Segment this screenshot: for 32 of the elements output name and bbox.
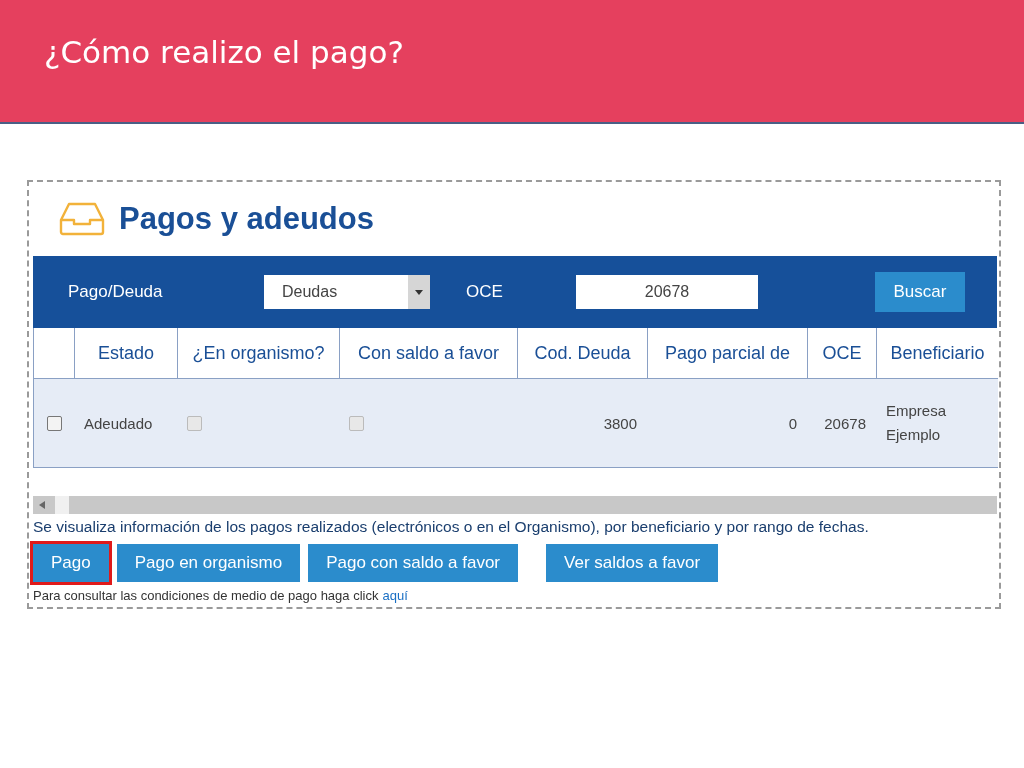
caret-icon <box>415 289 423 295</box>
description-text: Se visualiza información de los pagos realizados (electrónicos o en el Organismo), por beneficiario y por rango de fechas. <box>33 518 870 536</box>
inbox-tray-icon <box>59 202 105 236</box>
slide-title: ¿Cómo realizo el pago? <box>44 34 404 70</box>
oce-input-field[interactable]: 20678 <box>576 275 758 309</box>
column-header: Con saldo a favor <box>339 328 517 378</box>
row-checkbox[interactable] <box>46 415 62 431</box>
action-button[interactable]: Pago con saldo a favor <box>308 544 519 582</box>
column-header: Estado <box>74 328 177 378</box>
search-button[interactable]: Buscar <box>875 272 965 312</box>
column-header: OCE <box>807 328 876 378</box>
filter-label: Pago/Deuda <box>68 282 164 302</box>
column-header: Pago parcial de <box>647 328 807 378</box>
scrollbar-thumb[interactable] <box>55 496 69 514</box>
column-header: Cod. Deuda <box>517 328 647 378</box>
note-text: Para consultar las condiciones de medio de pago haga click <box>33 588 379 603</box>
action-button[interactable]: Pago <box>33 544 109 582</box>
here-link[interactable]: aquí <box>382 588 408 603</box>
type-dropdown[interactable]: Deudas <box>264 275 430 309</box>
column-header: Beneficiario <box>876 328 998 378</box>
panel-title: Pagos y adeudos <box>119 201 374 237</box>
horizontal-scrollbar[interactable] <box>33 496 997 514</box>
filter-label: OCE <box>466 282 504 302</box>
table-cell: Adeudado <box>84 414 153 432</box>
table-cell: 3800 <box>603 414 637 432</box>
action-button[interactable]: Pago en organismo <box>116 544 301 582</box>
action-button[interactable]: Ver saldos a favor <box>546 544 719 582</box>
column-header: ¿En organismo? <box>177 328 339 378</box>
table-cell-text: Empresa Ejemplo <box>886 401 948 445</box>
table-cell: 0 <box>788 414 797 432</box>
table-cell: 20678 <box>824 414 866 432</box>
scroll-left-icon[interactable] <box>39 501 45 509</box>
